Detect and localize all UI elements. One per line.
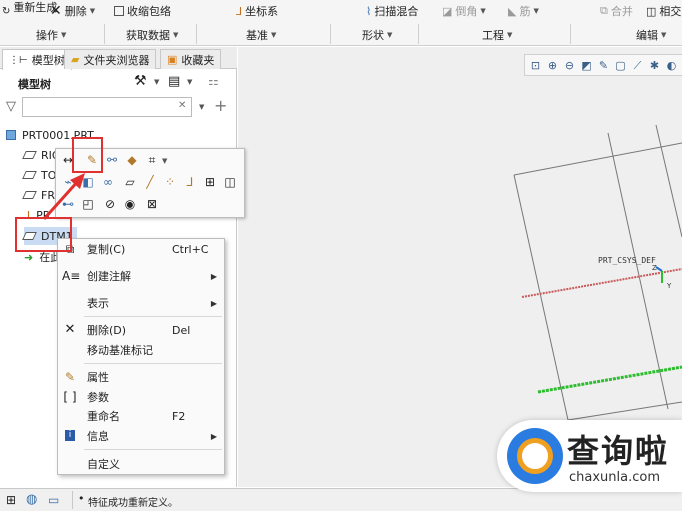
fullscreen-icon[interactable]: ▭ [48,493,59,507]
watermark-url: chaxunla.com [569,470,660,485]
browser-toggle-icon[interactable]: ◍ [26,492,37,507]
status-bullet: • [78,492,85,505]
watermark-brand: 查询啦 [567,432,670,470]
watermark-logo [507,428,563,484]
tree-toggle-icon[interactable]: ⊞ [6,493,16,507]
watermark: 查询啦 chaxunla.com [497,420,682,492]
status-divider [72,491,73,509]
status-message: 特征成功重新定义。 [88,498,178,509]
